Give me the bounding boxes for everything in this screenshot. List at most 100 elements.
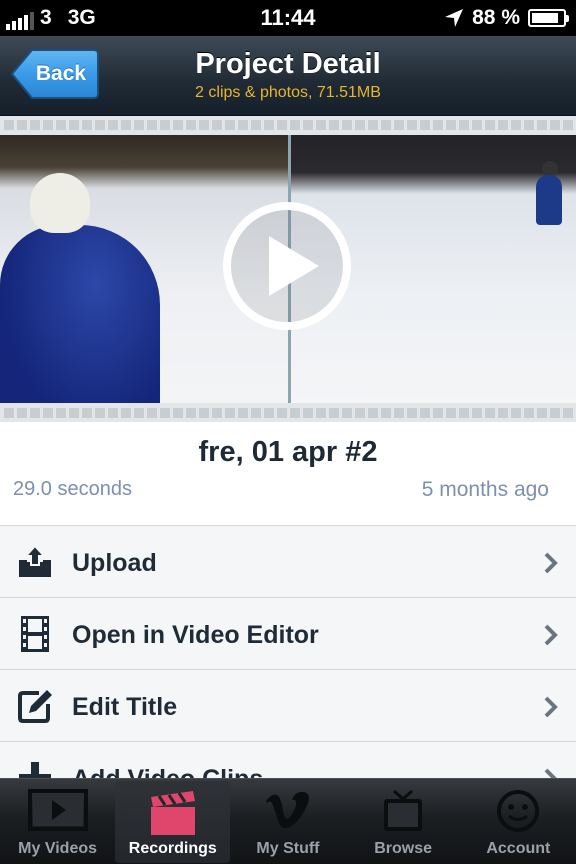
sprocket-hole (147, 408, 157, 418)
sprocket-hole (56, 408, 66, 418)
sprocket-hole (394, 408, 404, 418)
sprocket-hole (277, 408, 287, 418)
sprocket-hole (394, 120, 404, 130)
sprocket-hole (511, 120, 521, 130)
play-circle-icon[interactable] (221, 200, 353, 332)
vimeo-v-icon (265, 791, 309, 829)
smiley-face-icon (497, 790, 540, 832)
tab-my-stuff[interactable]: My Stuff (230, 779, 345, 864)
sprocket-hole (82, 408, 92, 418)
sprocket-hole (108, 408, 118, 418)
menu-item-label: Add Video Clips (72, 742, 263, 778)
sprocket-hole (563, 408, 573, 418)
sprocket-hole (446, 408, 456, 418)
sprocket-hole (368, 408, 378, 418)
sprocket-hole (82, 120, 92, 130)
sprocket-hole (147, 120, 157, 130)
project-info: fre, 01 apr #2 29.0 seconds 5 months ago (0, 422, 576, 526)
sprocket-hole (17, 120, 27, 130)
sprocket-hole (316, 120, 326, 130)
sprocket-hole (238, 408, 248, 418)
sprocket-hole (212, 408, 222, 418)
sprocket-hole (238, 120, 248, 130)
sprocket-hole (160, 408, 170, 418)
sprocket-hole (355, 120, 365, 130)
sprocket-hole (524, 120, 534, 130)
film-strip-icon (21, 616, 49, 652)
edit-pencil-icon (18, 690, 52, 723)
sprocket-hole (381, 408, 391, 418)
sprocket-hole (43, 120, 53, 130)
sprocket-hole (30, 408, 40, 418)
sprocket-hole (225, 408, 235, 418)
sprocket-hole (277, 120, 287, 130)
menu-item-video-editor[interactable]: Open in Video Editor (0, 598, 576, 670)
back-button[interactable]: Back (10, 48, 100, 100)
sprocket-hole (4, 120, 14, 130)
sprocket-hole (199, 120, 209, 130)
menu-item-add-clips[interactable]: Add Video Clips (0, 742, 576, 778)
sprocket-hole (186, 120, 196, 130)
sprocket-hole (160, 120, 170, 130)
tab-label: My Stuff (256, 840, 320, 857)
video-play-icon (27, 789, 88, 831)
sprocket-hole (381, 120, 391, 130)
person-figure (0, 225, 160, 403)
chevron-right-icon (544, 696, 558, 718)
sprocket-hole (472, 120, 482, 130)
navigation-bar: Back Project Detail 2 clips & photos, 71… (0, 36, 576, 116)
tab-label: Recordings (128, 840, 217, 857)
tv-icon (384, 789, 423, 831)
sprocket-hole (563, 120, 573, 130)
tab-bar: My Videos Recordings My Stuff Browse Acc… (0, 778, 576, 864)
sprocket-hole (251, 408, 261, 418)
sprocket-hole (368, 120, 378, 130)
sprocket-hole (316, 408, 326, 418)
sprocket-hole (186, 408, 196, 418)
tab-recordings[interactable]: Recordings (115, 781, 231, 863)
sprocket-hole (342, 120, 352, 130)
sprocket-hole (69, 408, 79, 418)
sprocket-hole (485, 120, 495, 130)
sprocket-hole (95, 408, 105, 418)
sprocket-hole (407, 408, 417, 418)
tab-my-videos[interactable]: My Videos (0, 779, 115, 864)
action-list: Upload Open in Video Editor Edit Title A… (0, 526, 576, 778)
menu-item-upload[interactable]: Upload (0, 526, 576, 598)
chevron-right-icon (544, 624, 558, 646)
sprocket-hole (199, 408, 209, 418)
sprocket-hole (95, 120, 105, 130)
tab-browse[interactable]: Browse (346, 779, 461, 864)
sprocket-hole (472, 408, 482, 418)
sprocket-hole (251, 120, 261, 130)
sprocket-hole (524, 408, 534, 418)
sprocket-hole (69, 120, 79, 130)
menu-item-edit-title[interactable]: Edit Title (0, 670, 576, 742)
sprocket-hole (134, 408, 144, 418)
tab-label: Browse (374, 840, 433, 857)
sprocket-hole (108, 120, 118, 130)
status-right: 88 % (444, 6, 569, 30)
tab-account[interactable]: Account (461, 779, 576, 864)
sprocket-hole (56, 120, 66, 130)
sprocket-hole (290, 120, 300, 130)
sprocket-hole (550, 408, 560, 418)
menu-item-label: Open in Video Editor (72, 621, 319, 649)
sprocket-hole (511, 408, 521, 418)
sprocket-hole (329, 120, 339, 130)
sprocket-hole (433, 120, 443, 130)
sprocket-hole (407, 120, 417, 130)
sprocket-hole (121, 120, 131, 130)
project-age: 5 months ago (421, 478, 549, 501)
sprocket-hole (329, 408, 339, 418)
sprocket-hole (30, 120, 40, 130)
sprocket-hole (420, 408, 430, 418)
sprocket-hole (498, 408, 508, 418)
sprocket-hole (225, 120, 235, 130)
plus-icon (19, 762, 51, 778)
skier-figure (536, 175, 562, 225)
sprocket-hole (290, 408, 300, 418)
project-title: fre, 01 apr #2 (198, 436, 378, 468)
project-duration: 29.0 seconds (13, 478, 132, 500)
battery-percent: 88 % (472, 6, 520, 29)
